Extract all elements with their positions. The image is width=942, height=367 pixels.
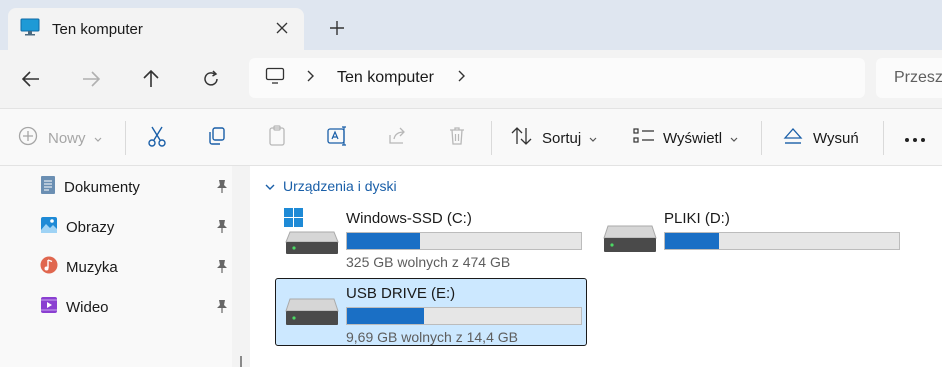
copy-button[interactable] bbox=[207, 125, 227, 151]
forward-button[interactable] bbox=[78, 66, 104, 92]
close-tab-icon[interactable] bbox=[272, 18, 292, 38]
copy-icon bbox=[207, 126, 227, 150]
drive-usage-bar bbox=[346, 307, 582, 325]
back-button[interactable] bbox=[18, 66, 44, 92]
address-bar[interactable]: Ten komputer bbox=[249, 58, 865, 98]
sidebar-item-label: Muzyka bbox=[66, 258, 118, 276]
pictures-icon bbox=[40, 216, 58, 238]
new-label: Nowy bbox=[48, 129, 86, 147]
drive-name: PLIKI (D:) bbox=[664, 210, 730, 227]
eject-button[interactable]: Wysuń bbox=[783, 125, 859, 151]
sidebar-item-label: Obrazy bbox=[66, 218, 115, 236]
drive-usage-fill bbox=[347, 308, 425, 324]
drive-usage-fill bbox=[347, 233, 420, 249]
pin-icon[interactable] bbox=[216, 299, 228, 317]
sort-button[interactable]: Sortuj bbox=[511, 125, 597, 151]
clipboard-icon bbox=[267, 125, 287, 151]
video-icon bbox=[40, 296, 58, 318]
delete-button[interactable] bbox=[447, 125, 467, 151]
sort-label: Sortuj bbox=[542, 129, 582, 147]
cut-button[interactable] bbox=[147, 125, 167, 151]
share-icon bbox=[387, 126, 407, 150]
divider bbox=[125, 121, 126, 155]
command-bar: Nowy Sortuj Wyświetl Wysuń bbox=[0, 108, 942, 166]
drive-icon bbox=[602, 222, 658, 259]
divider bbox=[883, 121, 884, 155]
breadcrumb-this-pc[interactable]: Ten komputer bbox=[337, 69, 434, 87]
monitor-icon bbox=[20, 18, 40, 41]
paste-button[interactable] bbox=[267, 125, 287, 151]
chevron-right-icon[interactable] bbox=[307, 69, 315, 87]
sidebar-item-label: Wideo bbox=[66, 298, 109, 316]
sort-arrows-icon bbox=[511, 126, 533, 150]
scissors-icon bbox=[147, 125, 167, 151]
sidebar-item-video[interactable]: Wideo bbox=[40, 295, 232, 319]
sidebar-item-documents[interactable]: Dokumenty bbox=[40, 175, 232, 199]
navigation-bar: Ten komputer Przesz bbox=[0, 50, 942, 108]
view-list-icon bbox=[633, 127, 655, 149]
more-dots-icon bbox=[904, 130, 926, 147]
tab-this-pc[interactable]: Ten komputer bbox=[8, 8, 304, 50]
drive-icon bbox=[284, 295, 340, 332]
drive-free-space: 325 GB wolnych z 474 GB bbox=[346, 254, 511, 270]
rename-button[interactable] bbox=[327, 125, 349, 151]
more-options-button[interactable] bbox=[904, 125, 926, 151]
divider bbox=[491, 121, 492, 155]
trash-icon bbox=[447, 126, 467, 150]
documents-icon bbox=[40, 175, 56, 199]
sidebar-item-pictures[interactable]: Obrazy bbox=[40, 215, 232, 239]
navigation-pane: Dokumenty Obrazy Muzyka Wideo bbox=[0, 166, 232, 367]
scrollbar-thumb[interactable] bbox=[240, 356, 242, 367]
divider bbox=[761, 121, 762, 155]
tab-strip: Ten komputer bbox=[0, 0, 942, 50]
eject-icon bbox=[783, 127, 803, 149]
group-header-devices[interactable]: Urządzenia i dyski bbox=[265, 178, 397, 194]
pin-icon[interactable] bbox=[216, 179, 228, 197]
monitor-outline-icon bbox=[265, 67, 285, 90]
pin-icon[interactable] bbox=[216, 259, 228, 277]
chevron-down-icon bbox=[589, 130, 597, 147]
sidebar-item-music[interactable]: Muzyka bbox=[40, 255, 232, 279]
group-title: Urządzenia i dyski bbox=[283, 178, 397, 194]
chevron-right-icon[interactable] bbox=[458, 69, 466, 87]
sidebar-item-label: Dokumenty bbox=[64, 178, 140, 196]
eject-label: Wysuń bbox=[813, 129, 859, 147]
view-label: Wyświetl bbox=[663, 129, 723, 147]
pin-icon[interactable] bbox=[216, 219, 228, 237]
drive-item-e[interactable]: USB DRIVE (E:) 9,69 GB wolnych z 14,4 GB bbox=[275, 278, 587, 346]
drive-usage-fill bbox=[665, 233, 719, 249]
chevron-down-icon bbox=[730, 130, 738, 147]
windows-drive-icon bbox=[284, 208, 340, 261]
new-tab-button[interactable] bbox=[326, 17, 348, 39]
plus-circle-icon bbox=[18, 126, 38, 150]
new-button[interactable]: Nowy bbox=[18, 125, 102, 151]
drive-name: USB DRIVE (E:) bbox=[346, 285, 456, 302]
rename-icon bbox=[327, 126, 349, 150]
share-button[interactable] bbox=[387, 125, 407, 151]
drive-usage-bar bbox=[664, 232, 900, 250]
music-icon bbox=[40, 256, 58, 278]
view-button[interactable]: Wyświetl bbox=[633, 125, 738, 151]
up-button[interactable] bbox=[138, 66, 164, 92]
sidebar-scrollbar[interactable] bbox=[232, 166, 250, 367]
drive-free-space: 9,69 GB wolnych z 14,4 GB bbox=[346, 329, 518, 345]
drive-item-d[interactable]: PLIKI (D:) bbox=[594, 204, 906, 272]
chevron-down-icon bbox=[94, 130, 102, 147]
search-input[interactable]: Przesz bbox=[876, 58, 942, 98]
chevron-down-icon bbox=[265, 178, 275, 194]
tab-title: Ten komputer bbox=[52, 20, 143, 38]
refresh-button[interactable] bbox=[198, 66, 224, 92]
drive-name: Windows-SSD (C:) bbox=[346, 210, 472, 227]
drive-usage-bar bbox=[346, 232, 582, 250]
drive-item-c[interactable]: Windows-SSD (C:) 325 GB wolnych z 474 GB bbox=[276, 204, 588, 272]
